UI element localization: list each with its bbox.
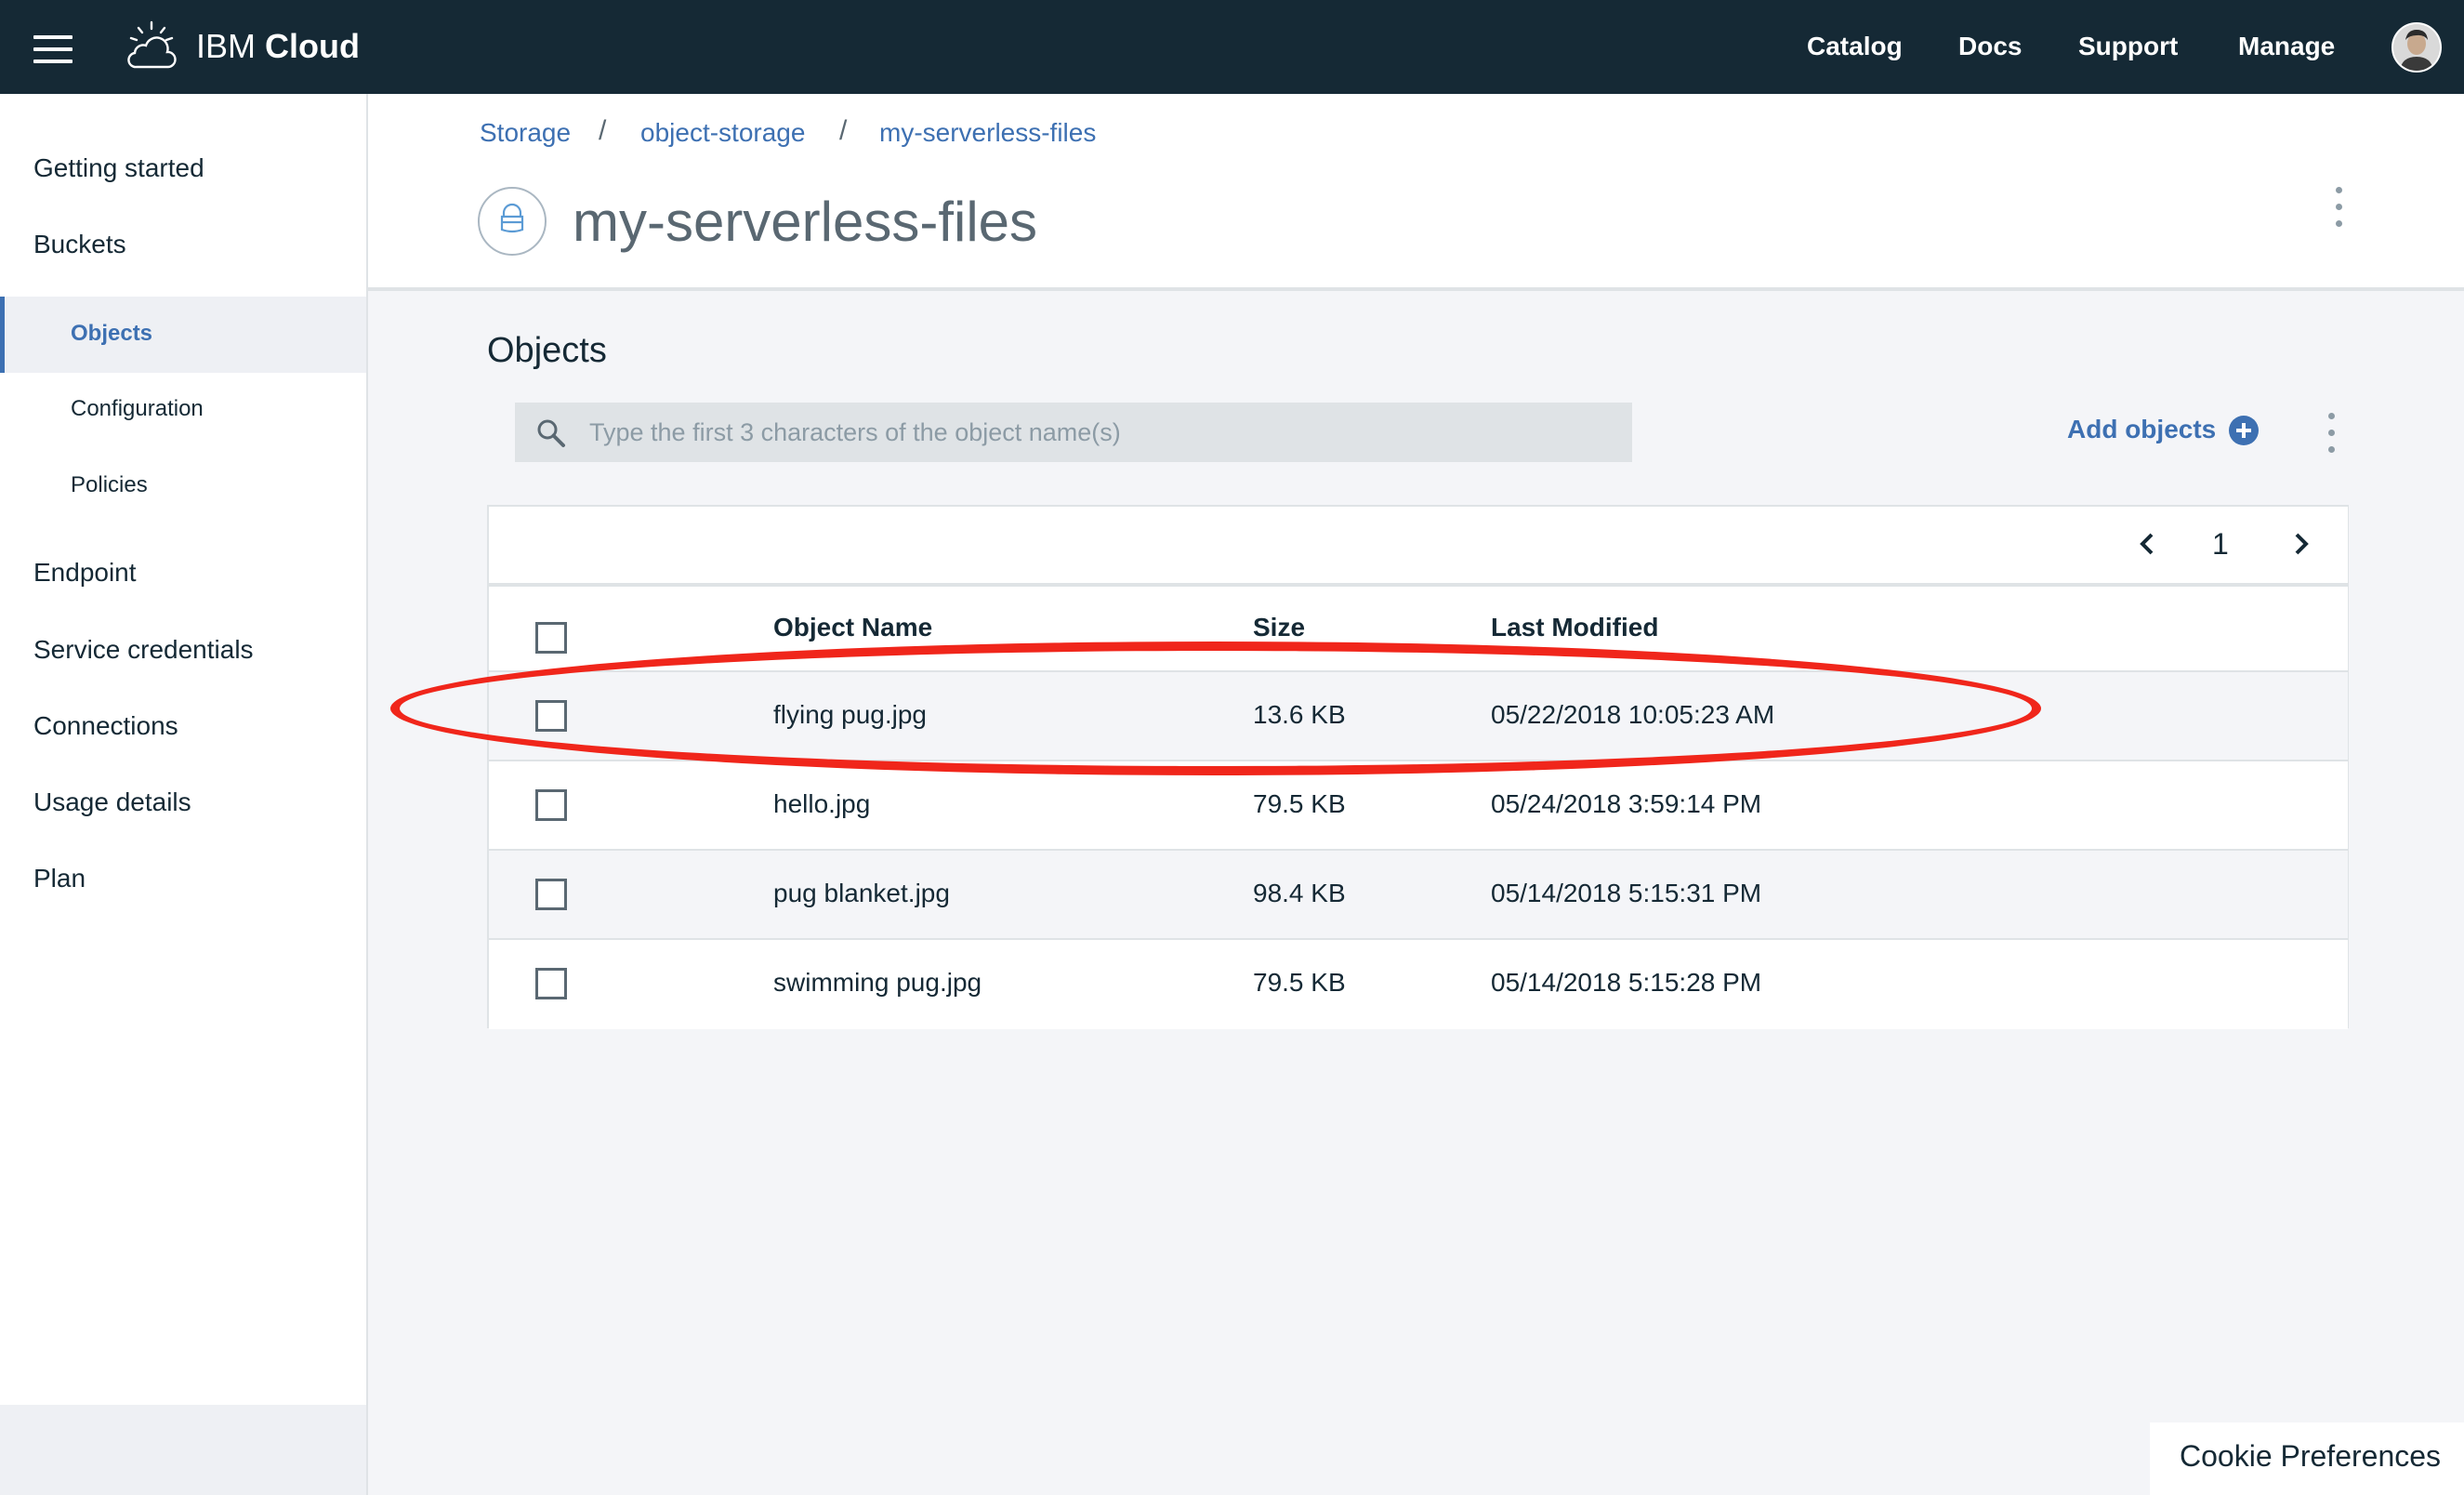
nav-manage[interactable]: Manage xyxy=(2238,30,2335,63)
brand-name[interactable]: IBM Cloud xyxy=(196,24,360,69)
section-title: Objects xyxy=(487,331,607,370)
object-size: 13.6 KB xyxy=(1253,700,1346,729)
sidebar-item-usage-details[interactable]: Usage details xyxy=(33,786,191,819)
object-last-modified: 05/22/2018 10:05:23 AM xyxy=(1491,700,1775,729)
row-checkbox[interactable] xyxy=(535,968,567,999)
column-size[interactable]: Size xyxy=(1253,611,1305,644)
breadcrumb-separator: / xyxy=(839,115,848,146)
object-last-modified: 05/14/2018 5:15:28 PM xyxy=(1491,968,1762,997)
table-row[interactable]: pug blanket.jpg 98.4 KB 05/14/2018 5:15:… xyxy=(489,851,2348,940)
nav-docs[interactable]: Docs xyxy=(1958,30,2022,63)
object-last-modified: 05/14/2018 5:15:31 PM xyxy=(1491,879,1762,907)
table-header: Object Name Size Last Modified xyxy=(489,583,2348,672)
object-name[interactable]: hello.jpg xyxy=(773,787,870,821)
column-object-name[interactable]: Object Name xyxy=(773,611,932,644)
object-size: 98.4 KB xyxy=(1253,879,1346,907)
sidebar-item-service-credentials[interactable]: Service credentials xyxy=(33,633,254,667)
sidebar-item-endpoint[interactable]: Endpoint xyxy=(33,556,137,589)
object-last-modified: 05/24/2018 3:59:14 PM xyxy=(1491,789,1762,818)
chevron-right-icon[interactable] xyxy=(2288,527,2314,561)
row-checkbox[interactable] xyxy=(535,789,567,821)
sidebar-item-connections[interactable]: Connections xyxy=(33,709,178,743)
add-icon[interactable] xyxy=(2229,416,2259,445)
sidebar-active-indicator xyxy=(0,297,366,373)
page-title: my-serverless-files xyxy=(573,191,1038,253)
top-bar: IBM Cloud Catalog Docs Support Manage xyxy=(0,0,2464,94)
sidebar-item-getting-started[interactable]: Getting started xyxy=(33,152,204,185)
breadcrumb-storage[interactable]: Storage xyxy=(480,116,571,150)
bucket-icon xyxy=(478,187,547,256)
row-checkbox[interactable] xyxy=(535,879,567,910)
search-bar xyxy=(515,403,1632,462)
object-size: 79.5 KB xyxy=(1253,968,1346,997)
objects-overflow-menu-icon[interactable] xyxy=(2326,411,2337,456)
nav-support[interactable]: Support xyxy=(2078,30,2178,63)
search-icon xyxy=(537,419,565,447)
pagination: 1 xyxy=(489,507,2348,583)
cookie-preferences-button[interactable]: Cookie Preferences xyxy=(2150,1422,2464,1495)
breadcrumb-separator: / xyxy=(599,115,607,146)
object-name[interactable]: swimming pug.jpg xyxy=(773,966,982,999)
search-input[interactable] xyxy=(589,403,1612,462)
object-size: 79.5 KB xyxy=(1253,789,1346,818)
avatar[interactable] xyxy=(2392,22,2442,73)
chevron-left-icon[interactable] xyxy=(2134,527,2160,561)
table-row[interactable]: swimming pug.jpg 79.5 KB 05/14/2018 5:15… xyxy=(489,940,2348,1029)
objects-table: 1 Object Name Size Last Modified flying … xyxy=(487,505,2349,1029)
select-all-checkbox[interactable] xyxy=(535,622,567,654)
column-last-modified[interactable]: Last Modified xyxy=(1491,611,1658,644)
user-avatar-icon xyxy=(2393,24,2440,71)
sidebar-footer xyxy=(0,1405,366,1495)
current-page[interactable]: 1 xyxy=(2212,525,2229,562)
object-name[interactable]: pug blanket.jpg xyxy=(773,877,950,910)
sidebar-item-buckets[interactable]: Buckets xyxy=(33,228,126,261)
add-objects-button[interactable]: Add objects xyxy=(2067,413,2216,446)
object-name[interactable]: flying pug.jpg xyxy=(773,698,927,732)
table-row[interactable]: hello.jpg 79.5 KB 05/24/2018 3:59:14 PM xyxy=(489,761,2348,851)
page-header: Storage / object-storage / my-serverless… xyxy=(368,94,2464,291)
row-checkbox[interactable] xyxy=(535,700,567,732)
sidebar-item-plan[interactable]: Plan xyxy=(33,862,86,895)
sidebar-item-objects[interactable]: Objects xyxy=(71,319,152,349)
nav-catalog[interactable]: Catalog xyxy=(1807,30,1903,63)
breadcrumb-bucket[interactable]: my-serverless-files xyxy=(879,116,1096,150)
table-row[interactable]: flying pug.jpg 13.6 KB 05/22/2018 10:05:… xyxy=(489,672,2348,761)
header-overflow-menu-icon[interactable] xyxy=(2333,185,2344,230)
ibm-cloud-logo-icon xyxy=(127,20,177,69)
breadcrumb-object-storage[interactable]: object-storage xyxy=(640,116,805,150)
menu-icon[interactable] xyxy=(33,35,72,63)
sidebar: Getting started Buckets Objects Configur… xyxy=(0,94,368,1495)
sidebar-item-configuration[interactable]: Configuration xyxy=(71,394,204,424)
sidebar-item-policies[interactable]: Policies xyxy=(71,470,148,500)
